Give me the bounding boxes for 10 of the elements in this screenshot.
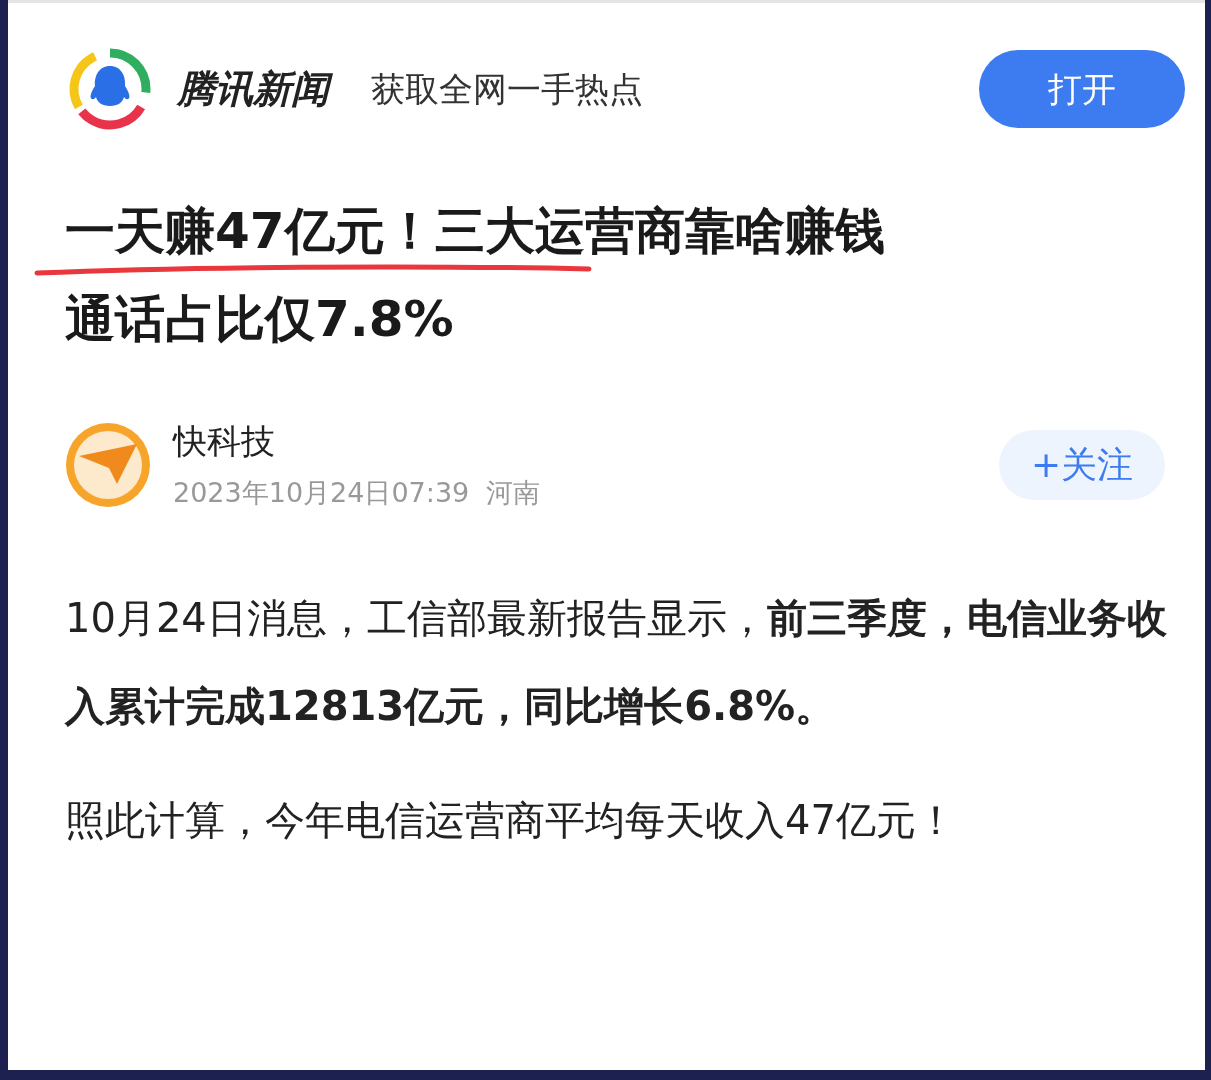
avatar-icon <box>65 422 151 509</box>
paragraph: 照此计算，今年电信运营商平均每天收入47亿元！ <box>65 795 957 845</box>
article-title: 一天赚47亿元！三大运营商靠啥赚钱 <box>65 201 885 261</box>
follow-button[interactable]: +关注 <box>999 430 1165 501</box>
paragraph: 10月24日消息，工信部最新报告显示，前三季度，电信业务收入累计完成12813亿元，同比增长6.8%。 <box>65 593 1168 731</box>
slogan: 获取全网一手热点 <box>371 67 643 111</box>
author-name: 快科技 <box>173 420 276 463</box>
publish-info: 2023年10月24日07:39 河南 <box>173 476 541 510</box>
open-button[interactable]: 打开 <box>979 50 1185 128</box>
article-title: 通话占比仅7.8% <box>65 289 454 349</box>
